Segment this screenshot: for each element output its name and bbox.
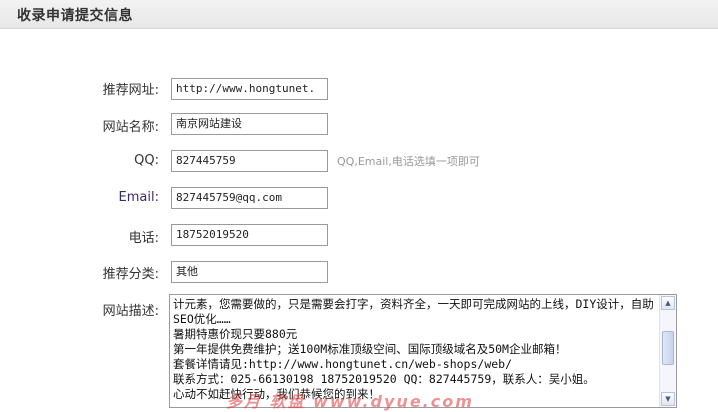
contact-hint: QQ,Email,电话选填一项即可 [337, 155, 480, 168]
phone-label: 电话: [128, 231, 159, 246]
site-name-label: 网站名称: [102, 120, 159, 135]
description-scrollbar[interactable]: ▲ ▼ [659, 295, 676, 407]
phone-field[interactable]: 18752019520 [171, 224, 328, 246]
url-label: 推荐网址: [102, 83, 159, 98]
category-label: 推荐分类: [102, 267, 159, 282]
url-field[interactable]: http://www.hongtunet. [171, 78, 328, 100]
category-field[interactable]: 其他 [171, 261, 328, 283]
description-text: 计元素，您需要做的，只是需要会打字，资料齐全，一天即可完成网站的上线，DIY设计… [173, 297, 654, 401]
watermark: 多月 软盘 www.dyue.com [226, 392, 474, 411]
scroll-down-icon[interactable]: ▼ [661, 392, 675, 406]
page-title: 收录申请提交信息 [17, 8, 133, 24]
site-name-field[interactable]: 南京网站建设 [171, 113, 328, 135]
description-label: 网站描述: [102, 304, 159, 319]
qq-field[interactable]: 827445759 [171, 150, 328, 172]
qq-label: QQ: [134, 153, 159, 168]
scroll-thumb[interactable] [662, 331, 674, 365]
email-field[interactable]: 827445759@qq.com [171, 187, 328, 209]
scroll-up-icon[interactable]: ▲ [661, 296, 675, 310]
page-header: 收录申请提交信息 [0, 0, 718, 29]
email-label: Email: [118, 190, 159, 205]
